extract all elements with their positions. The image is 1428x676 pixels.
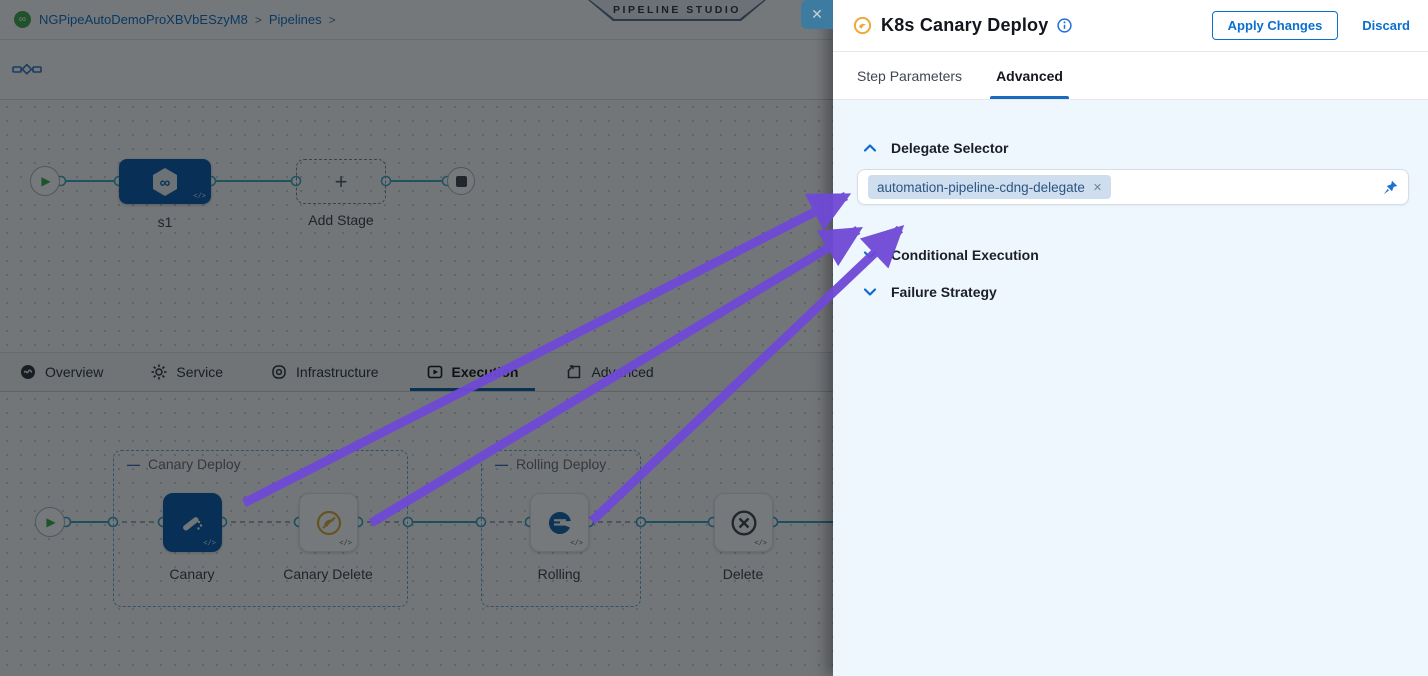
section-conditional-execution[interactable]: Conditional Execution — [833, 247, 1428, 263]
delegate-tag-chip[interactable]: automation-pipeline-cdng-delegate ✕ — [868, 175, 1111, 199]
delegate-selector-input[interactable]: automation-pipeline-cdng-delegate ✕ — [857, 169, 1409, 205]
delegate-tag-label: automation-pipeline-cdng-delegate — [877, 180, 1085, 195]
tab-advanced[interactable]: Advanced — [996, 52, 1063, 99]
section-label: Failure Strategy — [891, 284, 997, 300]
remove-tag-icon[interactable]: ✕ — [1093, 181, 1102, 194]
tab-step-parameters[interactable]: Step Parameters — [857, 52, 962, 99]
tab-label: Step Parameters — [857, 68, 962, 84]
drawer-header: K8s Canary Deploy Apply Changes Discard — [833, 0, 1428, 52]
drawer-close-button[interactable]: ✕ — [801, 0, 833, 29]
chevron-down-icon[interactable] — [862, 286, 878, 298]
pin-icon[interactable] — [1383, 180, 1398, 200]
chevron-up-icon[interactable] — [862, 142, 878, 154]
close-icon: ✕ — [811, 6, 823, 23]
drawer-tab-bar: Step Parameters Advanced — [833, 52, 1428, 100]
step-title: K8s Canary Deploy — [881, 15, 1048, 36]
section-label: Conditional Execution — [891, 247, 1039, 263]
active-tab-underline — [990, 96, 1069, 99]
info-icon[interactable] — [1057, 18, 1072, 33]
pipeline-canvas: ∞ NGPipeAutoDemoProXBVbESzyM8 > Pipeline… — [0, 0, 833, 676]
section-delegate-selector[interactable]: Delegate Selector — [833, 140, 1428, 156]
pipeline-studio-app: ∞ NGPipeAutoDemoProXBVbESzyM8 > Pipeline… — [0, 0, 1428, 676]
canary-step-icon — [853, 16, 872, 35]
section-label: Delegate Selector — [891, 140, 1009, 156]
step-config-drawer: K8s Canary Deploy Apply Changes Discard … — [833, 0, 1428, 676]
canvas-dim-overlay — [0, 0, 833, 676]
discard-button[interactable]: Discard — [1362, 18, 1410, 33]
apply-changes-button[interactable]: Apply Changes — [1212, 11, 1339, 40]
section-failure-strategy[interactable]: Failure Strategy — [833, 284, 1428, 300]
drawer-body: Delegate Selector automation-pipeline-cd… — [833, 100, 1428, 676]
chevron-down-icon[interactable] — [862, 249, 878, 261]
tab-label: Advanced — [996, 68, 1063, 84]
